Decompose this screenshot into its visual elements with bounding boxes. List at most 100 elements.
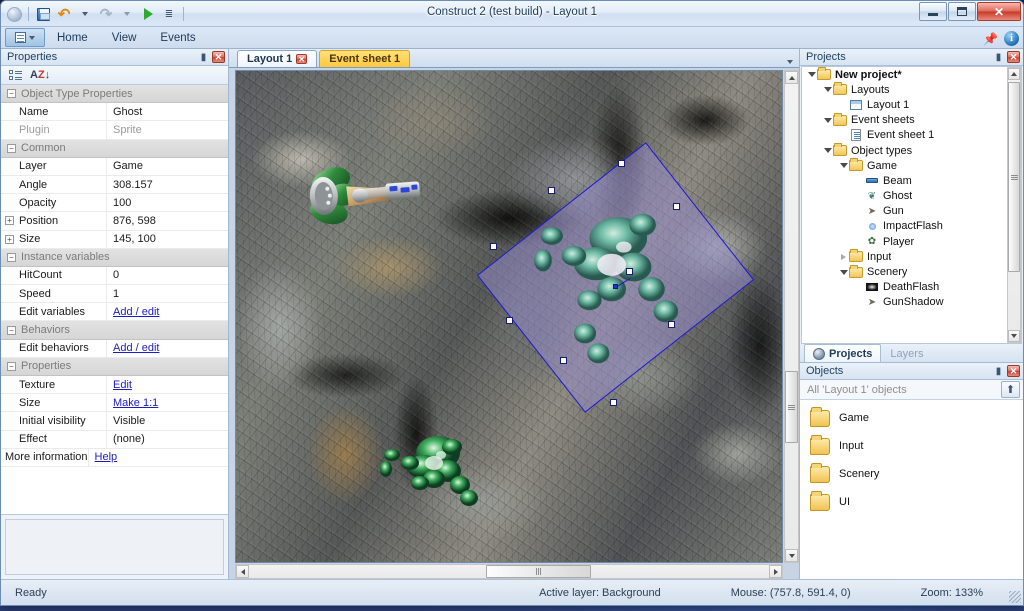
tree-item-impactflash[interactable]: ImpactFlash [802, 219, 1021, 234]
property-row[interactable]: Edit variables Add / edit [1, 303, 228, 322]
tree-item-event-sheets[interactable]: Event sheets [802, 112, 1021, 128]
selection-handle-top-left[interactable] [490, 243, 497, 250]
tree-item-ghost[interactable]: ❦ Ghost [802, 189, 1021, 204]
property-expand-icon[interactable]: + [5, 234, 14, 244]
selection-handle-right[interactable] [668, 321, 675, 328]
property-row[interactable]: Effect (none) [1, 430, 228, 449]
scroll-right-button[interactable] [769, 565, 782, 578]
property-group-header[interactable]: − Instance variables [1, 248, 228, 267]
property-value[interactable]: 100 [106, 194, 228, 212]
twisty-expanded-icon[interactable] [822, 117, 833, 123]
layout-canvas[interactable] [235, 70, 783, 563]
close-icon[interactable]: ✕ [1007, 365, 1020, 377]
twisty-expanded-icon[interactable] [822, 148, 833, 154]
group-collapse-icon[interactable]: − [7, 361, 16, 371]
redo-arrow-icon[interactable]: ↷ [97, 5, 115, 23]
object-folder-scenery[interactable]: Scenery [800, 460, 1023, 488]
tree-item-deathflash[interactable]: DeathFlash [802, 280, 1021, 295]
property-row[interactable]: Size Make 1:1 [1, 394, 228, 413]
origin-handle[interactable] [613, 284, 618, 289]
horizontal-scroll-thumb[interactable] [486, 565, 591, 578]
up-folder-icon[interactable]: ⬆ [1001, 381, 1020, 398]
property-row[interactable]: Name Ghost [1, 103, 228, 122]
properties-list[interactable]: − Object Type Properties Name Ghost Plugin Sp… [1, 85, 228, 515]
ghost-sprite-green[interactable] [376, 419, 496, 514]
group-collapse-icon[interactable]: − [7, 89, 16, 99]
tree-vertical-scrollbar[interactable] [1007, 67, 1021, 343]
property-value[interactable]: 145, 100 [106, 230, 228, 248]
objects-filter-bar[interactable]: All 'Layout 1' objects ⬆ [800, 380, 1023, 400]
tab-list-chevron-down-icon[interactable] [787, 60, 793, 64]
ribbon-tab-view[interactable]: View [100, 29, 149, 48]
property-value[interactable]: 0 [106, 266, 228, 285]
property-value[interactable]: Ghost [106, 103, 228, 121]
property-value[interactable]: 876, 598 [106, 212, 228, 230]
property-group-header[interactable]: − Object Type Properties [1, 85, 228, 104]
property-value-link[interactable]: Add / edit [106, 339, 228, 357]
tree-item-gun[interactable]: ➤ Gun [802, 204, 1021, 219]
selection-handle-bottom-left[interactable] [506, 317, 513, 324]
rotation-handle[interactable] [626, 268, 633, 275]
group-collapse-icon[interactable]: − [7, 325, 16, 335]
property-row[interactable]: More information Help [1, 448, 228, 467]
close-button[interactable]: ✕ [977, 2, 1021, 21]
property-row[interactable]: Plugin Sprite [1, 121, 228, 140]
play-icon[interactable] [139, 5, 157, 23]
tree-scroll-down-button[interactable] [1008, 330, 1020, 342]
object-folder-input[interactable]: Input [800, 432, 1023, 460]
selection-handle-left[interactable] [548, 187, 555, 194]
tree-item-input[interactable]: Input [802, 249, 1021, 264]
overflow-icon[interactable]: ≣ [160, 5, 178, 23]
dock-tab-layers[interactable]: Layers [881, 344, 932, 362]
player-gun-sprite[interactable] [299, 153, 434, 242]
scroll-left-button[interactable] [236, 565, 249, 578]
property-row[interactable]: Initial visibility Visible [1, 412, 228, 431]
property-value-link[interactable]: Make 1:1 [106, 394, 228, 412]
dock-tab-projects[interactable]: Projects [804, 344, 882, 362]
selection-bounding-box[interactable] [476, 142, 755, 413]
tree-item-game[interactable]: Game [802, 158, 1021, 173]
pin-icon[interactable]: ▮ [992, 51, 1005, 64]
twisty-expanded-icon[interactable] [822, 87, 833, 93]
selection-handle-top[interactable] [618, 160, 625, 167]
categorized-view-icon[interactable] [9, 69, 22, 81]
property-group-header[interactable]: − Properties [1, 357, 228, 376]
tree-item-event-sheet-1[interactable]: Event sheet 1 [802, 128, 1021, 143]
alphabetical-sort-icon[interactable]: A Z ↓ [30, 69, 50, 81]
project-tree[interactable]: New project* Layouts Layout 1 Event sheets E… [801, 66, 1022, 344]
group-collapse-icon[interactable]: − [7, 252, 16, 262]
pin-icon[interactable]: ▮ [992, 365, 1005, 378]
canvas-vertical-scrollbar[interactable] [784, 70, 799, 563]
scroll-up-button[interactable] [785, 71, 798, 84]
twisty-expanded-icon[interactable] [838, 269, 849, 275]
twisty-expanded-icon[interactable] [838, 163, 849, 169]
tree-item-beam[interactable]: Beam [802, 173, 1021, 188]
property-expand-icon[interactable]: + [5, 216, 14, 226]
floppy-disk-icon[interactable] [34, 5, 52, 23]
redo-chevron-down-icon[interactable] [118, 5, 136, 23]
close-icon[interactable]: ✕ [296, 54, 308, 64]
property-value[interactable]: Visible [106, 412, 228, 430]
property-row[interactable]: Speed 1 [1, 285, 228, 304]
pin-icon[interactable]: 📌 [983, 32, 998, 46]
tree-scroll-up-button[interactable] [1008, 68, 1020, 80]
tab-event-sheet-1[interactable]: Event sheet 1 [319, 50, 411, 67]
maximize-button[interactable] [948, 2, 976, 21]
ribbon-tab-home[interactable]: Home [45, 29, 100, 48]
property-value[interactable]: Game [106, 157, 228, 175]
object-folder-game[interactable]: Game [800, 404, 1023, 432]
group-collapse-icon[interactable]: − [7, 143, 16, 153]
property-row[interactable]: Angle 308.157 [1, 175, 228, 195]
tree-item-layouts[interactable]: Layouts [802, 82, 1021, 97]
property-value-link[interactable]: Help [87, 448, 228, 466]
file-menu-button[interactable] [5, 28, 45, 47]
close-icon[interactable]: ✕ [1007, 51, 1020, 63]
property-row[interactable]: Layer Game [1, 157, 228, 176]
property-row[interactable]: + Position 876, 598 [1, 212, 228, 231]
property-group-header[interactable]: − Common [1, 139, 228, 158]
tree-item-scenery[interactable]: Scenery [802, 264, 1021, 279]
tab-layout-1[interactable]: Layout 1 ✕ [237, 50, 318, 67]
scroll-down-button[interactable] [785, 549, 798, 562]
property-row[interactable]: + Size 145, 100 [1, 230, 228, 249]
object-folder-ui[interactable]: UI [800, 488, 1023, 516]
